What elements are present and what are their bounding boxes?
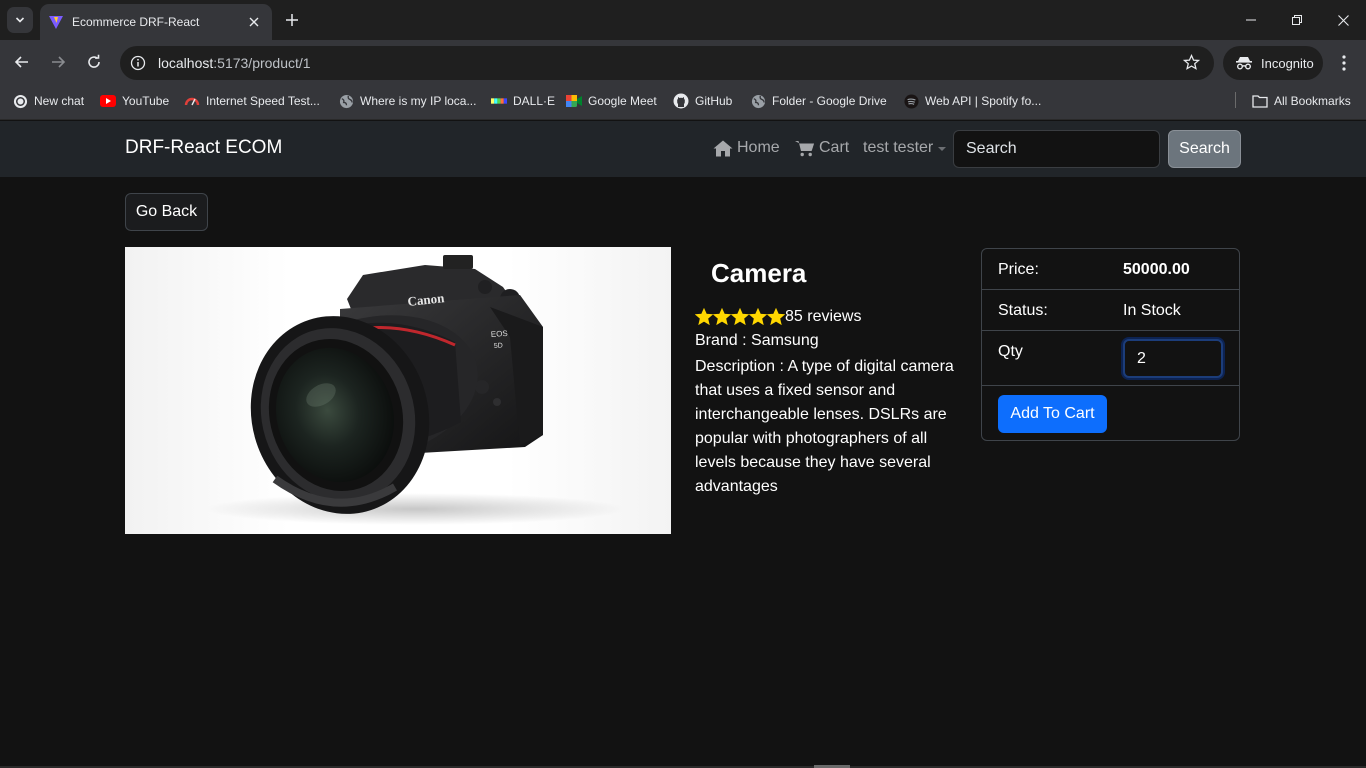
star-icon [713,308,731,326]
svg-text:5D: 5D [494,342,503,350]
site-info-icon[interactable] [129,54,147,72]
price-label: Price: [998,261,1039,278]
product-image: Canon EOS 5D [125,247,671,534]
nav-home-link[interactable]: Home [713,139,780,157]
rating-stars [695,308,785,326]
svg-text:EOS: EOS [491,329,508,339]
globe-icon [750,93,766,109]
app-navbar: DRF-React ECOM Home Cart test tester Sea… [0,121,1366,177]
star-icon [767,308,785,326]
new-tab-icon[interactable] [281,9,303,31]
incognito-label: Incognito [1261,55,1314,71]
globe-icon [338,93,354,109]
star-icon [731,308,749,326]
reviews-count: 85 reviews [785,308,862,325]
incognito-indicator[interactable]: Incognito [1223,46,1323,80]
bookmark-github[interactable]: GitHub [673,92,732,110]
tab-title: Ecommerce DRF-React [72,15,200,29]
reload-icon[interactable] [80,48,108,76]
chatgpt-icon [12,93,28,109]
user-dropdown[interactable]: test tester [863,139,947,157]
nav-cart-link[interactable]: Cart [795,139,849,157]
bookmark-speed-test[interactable]: Internet Speed Test... [184,92,320,110]
incognito-icon [1236,57,1252,70]
chevron-down-icon [15,17,25,23]
tab-search-button[interactable] [7,7,33,33]
browser-tabstrip: Ecommerce DRF-React [0,0,1366,40]
close-window-icon[interactable] [1320,0,1366,40]
star-icon [749,308,767,326]
folder-icon [1252,93,1268,109]
minimize-icon[interactable] [1228,0,1274,40]
price-value: 50000.00 [1123,261,1190,278]
meet-icon [566,93,582,109]
github-icon [673,93,689,109]
bookmark-google-meet[interactable]: Google Meet [566,92,657,110]
browser-menu-icon[interactable] [1334,52,1354,74]
status-value: In Stock [1123,302,1181,319]
add-to-cart-button[interactable]: Add To Cart [998,395,1107,433]
restore-icon[interactable] [1274,0,1320,40]
brand-logo-text[interactable]: DRF-React ECOM [125,137,282,159]
product-description: Description : A type of digital camera t… [695,358,954,495]
bookmark-dalle[interactable]: DALL·E [491,92,555,110]
purchase-card: Price: 50000.00 Status: In Stock Qty 2 A… [981,248,1240,441]
browser-tab-active[interactable]: Ecommerce DRF-React [40,4,272,40]
home-icon [713,140,733,156]
address-bar[interactable]: localhost:5173/product/1 [120,46,1214,80]
caret-down-icon [938,147,947,151]
all-bookmarks[interactable]: All Bookmarks [1252,92,1351,110]
close-tab-icon[interactable] [244,12,264,32]
star-icon [695,308,713,326]
dalle-icon [491,93,507,109]
bookmark-youtube[interactable]: YouTube [100,92,169,110]
product-title: Camera [711,258,807,288]
vite-favicon-icon [49,16,63,29]
bookmarks-separator [1235,92,1236,108]
spotify-icon [903,93,919,109]
bookmark-new-chat[interactable]: New chat [12,92,84,110]
product-brand: Brand : Samsung [695,332,819,349]
bookmark-ip-location[interactable]: Where is my IP loca... [338,92,476,110]
url-text: localhost:5173/product/1 [158,55,311,71]
search-input[interactable] [953,130,1160,168]
product-rating: 85 reviews [695,308,861,326]
price-row: Price: 50000.00 [982,249,1239,290]
qty-select[interactable]: 2 [1123,339,1223,378]
camera-illustration: Canon EOS 5D [205,255,625,525]
bookmark-google-drive[interactable]: Folder - Google Drive [750,92,887,110]
speed-icon [184,93,200,109]
cart-icon [795,140,814,156]
forward-arrow-icon[interactable] [44,48,72,76]
qty-label: Qty [998,343,1023,360]
search-button[interactable]: Search [1168,130,1241,168]
status-label: Status: [998,302,1048,319]
youtube-icon [100,93,116,109]
go-back-button[interactable]: Go Back [125,193,208,231]
back-arrow-icon[interactable] [8,48,36,76]
bookmark-star-icon[interactable] [1182,53,1201,76]
bookmark-spotify-api[interactable]: Web API | Spotify fo... [903,92,1041,110]
status-row: Status: In Stock [982,290,1239,331]
